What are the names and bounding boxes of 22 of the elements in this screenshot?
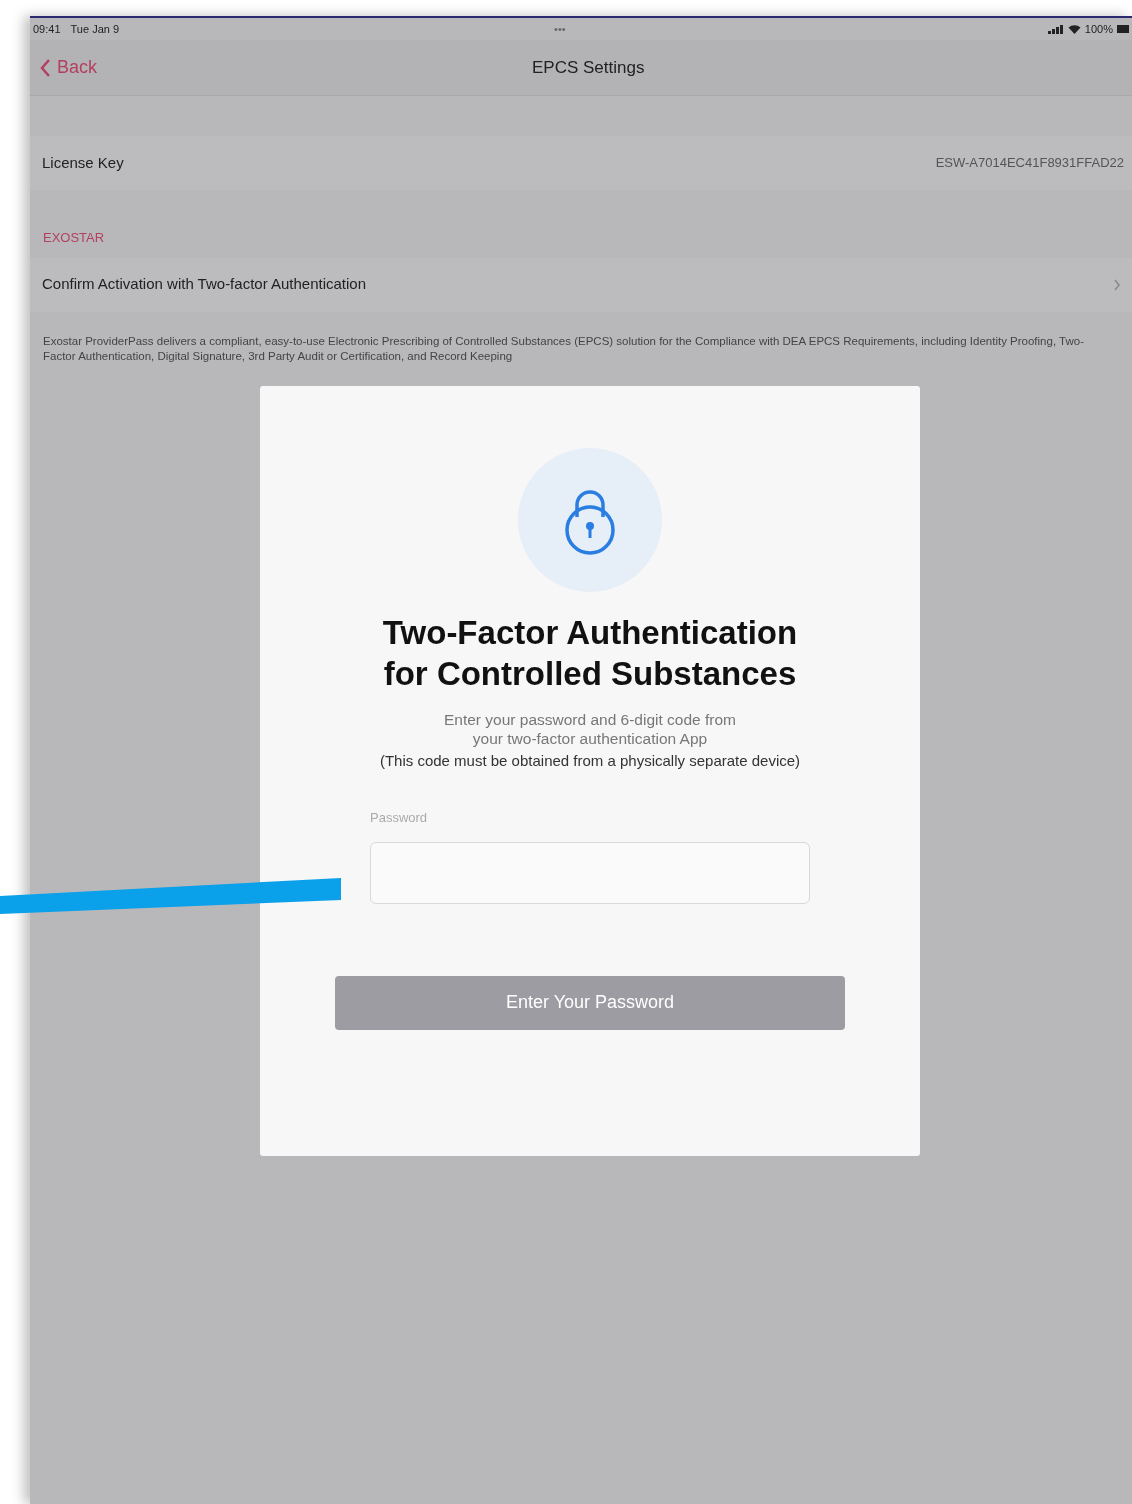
chevron-left-icon: [40, 57, 51, 78]
dialog-note: (This code must be obtained from a physically separate device): [379, 750, 801, 771]
field-label: Password: [370, 809, 428, 827]
row-label: License Key: [42, 152, 124, 173]
settings-row[interactable]: Confirm Activation with Two-factor Authentication: [30, 257, 1132, 312]
dialog-instructions: Enter your password and 6-digit code from your two-factor authentication App: [443, 709, 737, 748]
password-field[interactable]: [370, 841, 810, 904]
battery-percent: 100%: [1084, 21, 1113, 37]
back-button[interactable]: Back: [40, 54, 98, 81]
dialog-title: Two-Factor Authentication for Controlled Substances: [382, 612, 798, 694]
status-time: 09:41: [33, 21, 61, 37]
screen-title: EPCS Settings: [532, 56, 645, 79]
row-label: Confirm Activation with Two-factor Authentication: [42, 274, 367, 295]
section-header: EXOSTAR: [42, 229, 106, 247]
wifi-icon: [1067, 24, 1081, 34]
battery-icon: [1117, 25, 1129, 33]
chevron-right-icon: [1114, 278, 1120, 291]
license-key: ESW-A7014EC41F8931FFAD22: [935, 153, 1124, 173]
status-date: Tue Jan 9: [70, 21, 120, 37]
status-dots: •••: [554, 21, 566, 37]
signal-icon: [1047, 24, 1064, 34]
section-footer: Exostar ProviderPass delivers a compliant, easy-to-use Electronic Prescribing of Controlled Substances (EPCS) solution for the Compliance with DEA EPCS Requirements, including Identity Proofing, Two-Factor Authentication, Digital Signature, 3rd Party Audit or Certification, and Record Keeping: [30, 333, 1132, 364]
